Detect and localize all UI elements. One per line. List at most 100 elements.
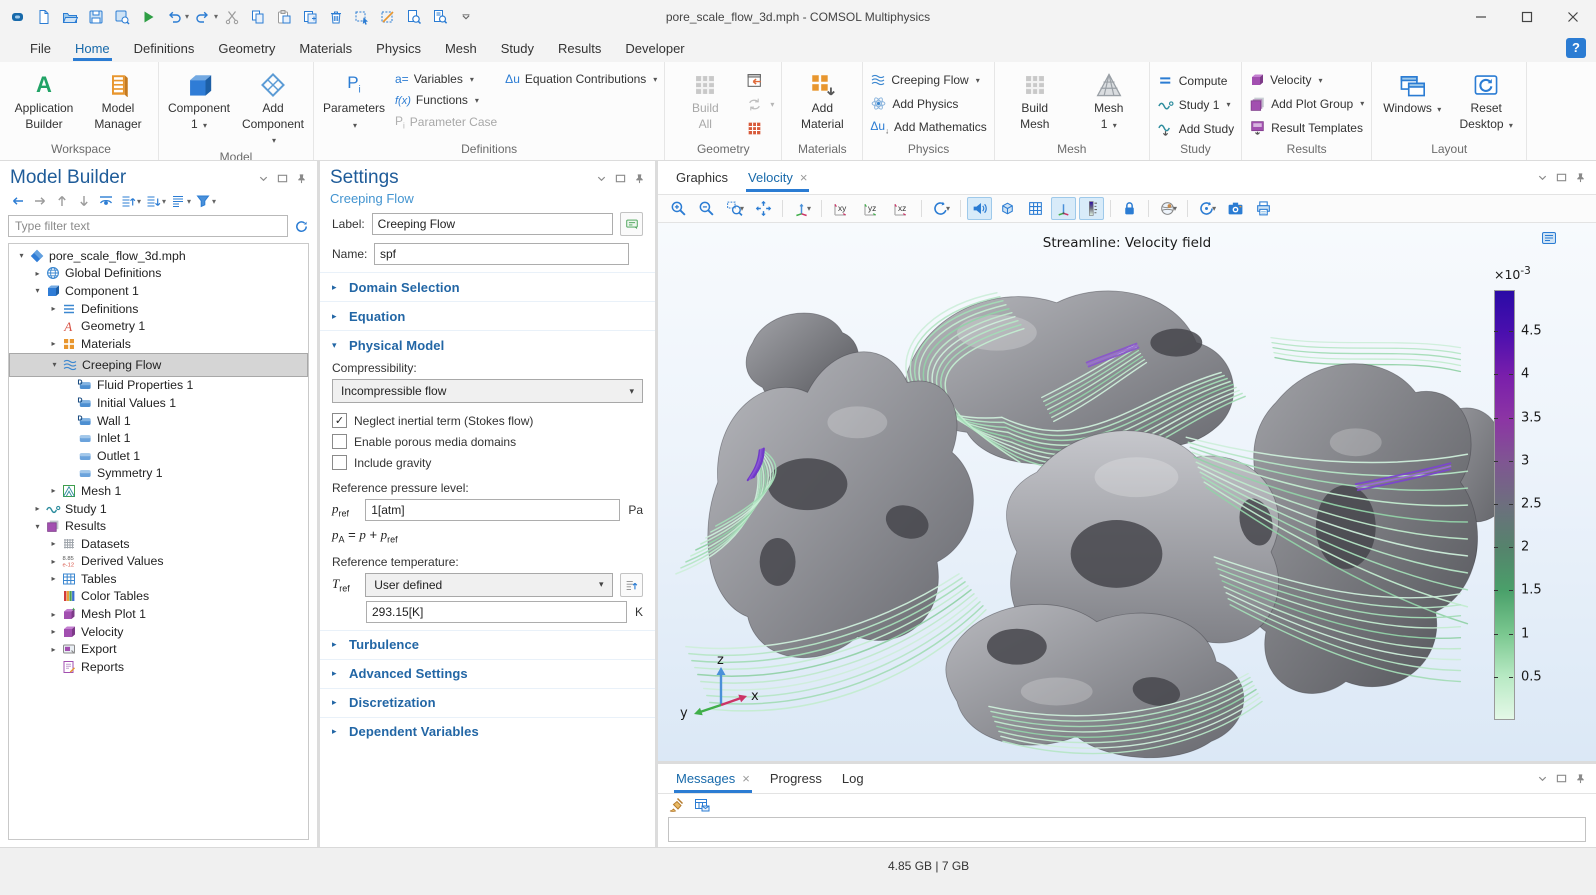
graphics-viewport[interactable]: Streamline: Velocity field ×10-3 4.543.5… bbox=[658, 223, 1596, 761]
section-domain-selection[interactable]: ▸Domain Selection bbox=[320, 272, 655, 301]
section-turbulence[interactable]: ▸Turbulence bbox=[320, 630, 655, 659]
refresh-icon[interactable] bbox=[294, 219, 309, 234]
menu-tab-physics[interactable]: Physics bbox=[364, 36, 433, 60]
remove-details-button[interactable] bbox=[746, 120, 774, 137]
go-to-source-button[interactable] bbox=[620, 573, 643, 597]
chevron-down-icon[interactable]: ▾ bbox=[137, 197, 141, 206]
cut-button[interactable] bbox=[220, 5, 244, 29]
reference-temperature-select[interactable]: User defined▾ bbox=[365, 573, 612, 597]
chevron-down-icon[interactable]: ▾ bbox=[187, 197, 191, 206]
functions-button[interactable]: f(x)Functions▾ bbox=[395, 93, 497, 107]
edit-label-button[interactable] bbox=[620, 212, 643, 236]
tree-closed-arrow[interactable]: ▸ bbox=[47, 304, 60, 313]
view-xy-button[interactable]: xy bbox=[828, 196, 855, 221]
scene-light-button[interactable] bbox=[967, 197, 992, 220]
parameter-case-button[interactable]: PiParameter Case bbox=[395, 114, 497, 130]
view-xz-button[interactable]: xz bbox=[888, 196, 915, 221]
tree-item-outlet-1[interactable]: Outlet 1 bbox=[9, 447, 308, 465]
tab-messages[interactable]: Messages× bbox=[666, 765, 760, 792]
print-button[interactable] bbox=[1251, 197, 1276, 220]
tree-item-export[interactable]: ▸Export bbox=[9, 640, 308, 658]
chevron-down-icon[interactable] bbox=[596, 173, 607, 184]
tree-open-arrow[interactable]: ▾ bbox=[31, 522, 44, 531]
forward-button[interactable] bbox=[30, 191, 50, 211]
tree-item-mesh-plot-1[interactable]: ▸Mesh Plot 1 bbox=[9, 605, 308, 623]
section-advanced-settings[interactable]: ▸Advanced Settings bbox=[320, 659, 655, 688]
add-component-button[interactable]: AddComponent ▾ bbox=[240, 64, 306, 148]
tree-item-fluid-properties-1[interactable]: DFluid Properties 1 bbox=[9, 377, 308, 395]
chevron-down-icon[interactable] bbox=[1537, 172, 1548, 183]
chevron-down-icon[interactable]: ▾ bbox=[162, 197, 166, 206]
transparency-button[interactable] bbox=[995, 197, 1020, 220]
add-mathematics-button[interactable]: Δu↓Add Mathematics bbox=[870, 119, 986, 135]
tree-item-datasets[interactable]: ▸Datasets bbox=[9, 535, 308, 553]
tree-item-definitions[interactable]: ▸Definitions bbox=[9, 300, 308, 318]
close-tab-icon[interactable]: × bbox=[742, 771, 750, 786]
chevron-down-icon[interactable] bbox=[258, 173, 269, 184]
tree-closed-arrow[interactable]: ▸ bbox=[31, 269, 44, 278]
expand-button[interactable] bbox=[118, 191, 138, 211]
filter-button[interactable] bbox=[193, 191, 213, 211]
tree-closed-arrow[interactable]: ▸ bbox=[47, 645, 60, 654]
model-manager-button[interactable]: ModelManager bbox=[85, 64, 151, 140]
application-builder-button[interactable]: AApplicationBuilder bbox=[11, 64, 77, 140]
import-button[interactable] bbox=[746, 72, 774, 89]
close-tab-icon[interactable]: × bbox=[800, 170, 808, 185]
tree-open-arrow[interactable]: ▾ bbox=[48, 360, 61, 369]
menu-tab-definitions[interactable]: Definitions bbox=[122, 36, 207, 60]
tree-closed-arrow[interactable]: ▸ bbox=[47, 627, 60, 636]
menu-tab-geometry[interactable]: Geometry bbox=[206, 36, 287, 60]
paste-button[interactable] bbox=[272, 5, 296, 29]
show-axis-orientation-button[interactable] bbox=[1051, 197, 1076, 220]
add-physics-button[interactable]: Add Physics bbox=[870, 95, 986, 112]
tree-closed-arrow[interactable]: ▸ bbox=[31, 504, 44, 513]
new-file-button[interactable] bbox=[32, 5, 56, 29]
checkbox-icon[interactable]: ✓ bbox=[332, 413, 347, 428]
menu-tab-file[interactable]: File bbox=[18, 36, 63, 60]
copy-button[interactable] bbox=[246, 5, 270, 29]
move-down-button[interactable] bbox=[74, 191, 94, 211]
float-icon[interactable] bbox=[277, 173, 288, 184]
close-button[interactable] bbox=[1550, 0, 1596, 33]
result-templates-button[interactable]: Result Templates bbox=[1249, 119, 1364, 136]
tab-velocity[interactable]: Velocity× bbox=[738, 164, 817, 191]
tab-progress[interactable]: Progress bbox=[760, 765, 832, 792]
study-1-button[interactable]: Study 1▾ bbox=[1157, 96, 1234, 113]
collapse-button[interactable] bbox=[143, 191, 163, 211]
open-button[interactable] bbox=[58, 5, 82, 29]
show-grid-button[interactable] bbox=[1023, 197, 1048, 220]
section-equation[interactable]: ▸Equation bbox=[320, 301, 655, 330]
zoom-extents-button[interactable] bbox=[751, 197, 776, 220]
help-button[interactable]: ? bbox=[1566, 38, 1586, 58]
pin-icon[interactable] bbox=[1575, 773, 1586, 784]
chevron-down-icon[interactable]: ▾ bbox=[185, 12, 189, 21]
tree-item-color-tables[interactable]: Color Tables bbox=[9, 588, 308, 606]
filter-input[interactable] bbox=[8, 215, 288, 237]
rotate-button[interactable]: ▾ bbox=[928, 197, 954, 220]
tree-item-creeping-flow[interactable]: ▾Creeping Flow bbox=[9, 353, 308, 377]
menu-tab-study[interactable]: Study bbox=[489, 36, 546, 60]
undo-button[interactable] bbox=[162, 5, 186, 29]
tree-closed-arrow[interactable]: ▸ bbox=[47, 539, 60, 548]
maximize-button[interactable] bbox=[1504, 0, 1550, 33]
duplicate-button[interactable] bbox=[298, 5, 322, 29]
build-mesh-button[interactable]: BuildMesh bbox=[1002, 64, 1068, 140]
tree-open-arrow[interactable]: ▾ bbox=[15, 251, 28, 260]
delete-button[interactable] bbox=[324, 5, 348, 29]
save-to-model-manager-button[interactable] bbox=[110, 5, 134, 29]
compute-button[interactable]: Compute bbox=[1157, 72, 1234, 89]
temperature-input[interactable] bbox=[366, 601, 627, 623]
tree-item-results[interactable]: ▾Results bbox=[9, 517, 308, 535]
tree-closed-arrow[interactable]: ▸ bbox=[47, 610, 60, 619]
checkbox-include-gravity[interactable]: Include gravity bbox=[320, 452, 655, 473]
zoom-out-button[interactable] bbox=[694, 197, 719, 220]
tree-item-initial-values-1[interactable]: DInitial Values 1 bbox=[9, 394, 308, 412]
tree-item-wall-1[interactable]: DWall 1 bbox=[9, 412, 308, 430]
velocity-menu-button[interactable]: Velocity▾ bbox=[1249, 72, 1364, 88]
float-icon[interactable] bbox=[1556, 172, 1567, 183]
clear-selection-button[interactable] bbox=[376, 5, 400, 29]
tree-item-materials[interactable]: ▸Materials bbox=[9, 335, 308, 353]
select-box-button[interactable] bbox=[350, 5, 374, 29]
tree-item-symmetry-1[interactable]: Symmetry 1 bbox=[9, 465, 308, 483]
run-button[interactable] bbox=[136, 5, 160, 29]
